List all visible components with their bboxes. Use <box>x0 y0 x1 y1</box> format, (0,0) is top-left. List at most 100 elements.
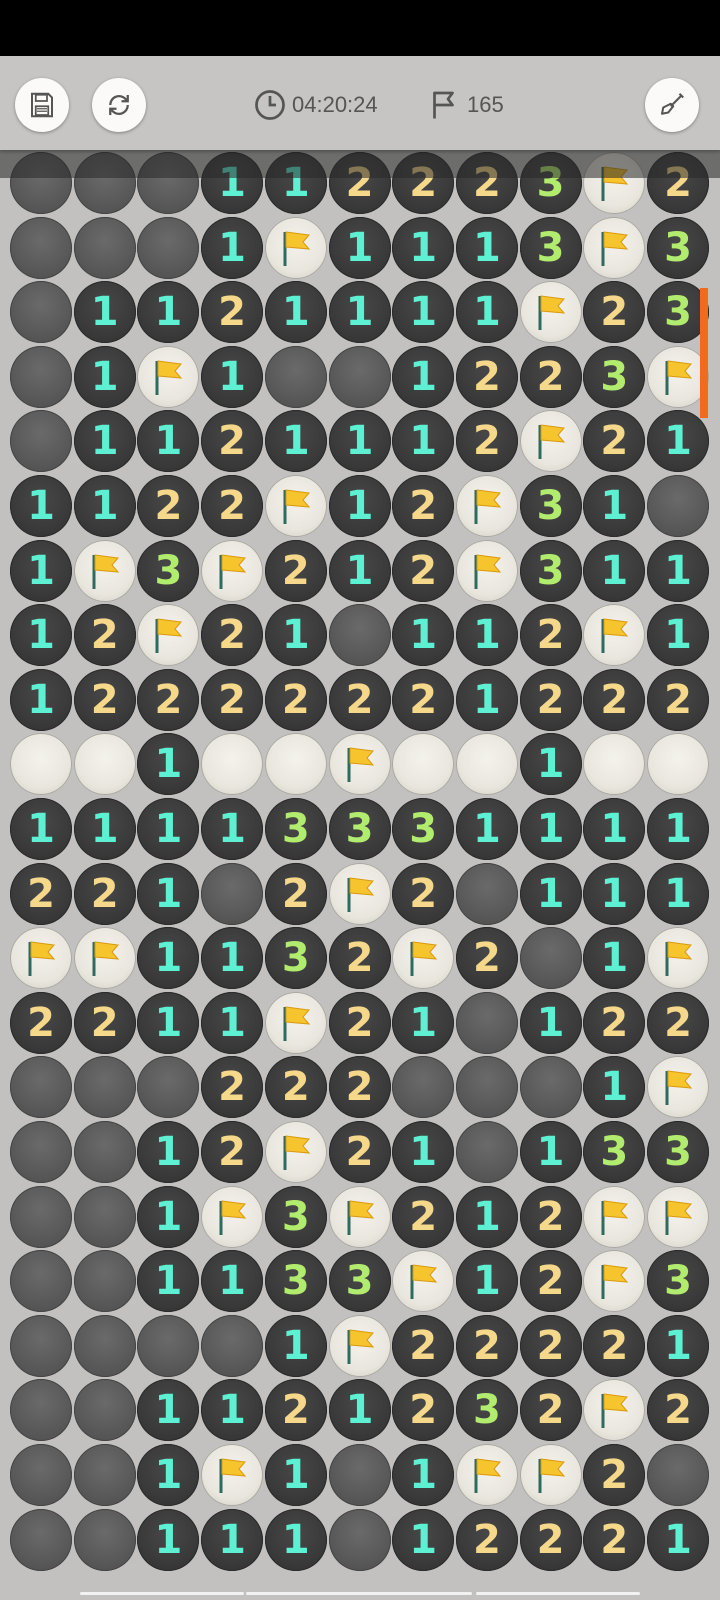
number-cell[interactable]: 1 <box>137 798 200 860</box>
number-cell[interactable]: 1 <box>519 1121 582 1183</box>
number-cell[interactable]: 1 <box>392 1444 455 1506</box>
empty-cell[interactable] <box>583 733 646 796</box>
number-cell[interactable]: 1 <box>647 1508 709 1571</box>
hidden-cell[interactable] <box>137 216 200 279</box>
number-cell[interactable]: 2 <box>201 1121 264 1183</box>
number-cell[interactable]: 2 <box>519 1185 582 1248</box>
number-cell[interactable]: 2 <box>137 668 200 731</box>
number-cell[interactable]: 2 <box>583 281 646 344</box>
number-cell[interactable]: 2 <box>328 927 391 990</box>
hidden-cell[interactable] <box>73 1444 136 1506</box>
number-cell[interactable]: 2 <box>519 668 582 731</box>
number-cell[interactable]: 1 <box>583 539 646 602</box>
number-cell[interactable]: 2 <box>264 668 327 731</box>
save-button[interactable] <box>15 78 69 132</box>
hidden-cell[interactable] <box>10 345 72 408</box>
number-cell[interactable]: 1 <box>137 862 200 925</box>
number-cell[interactable]: 1 <box>519 733 582 796</box>
number-cell[interactable]: 2 <box>455 345 518 408</box>
hidden-cell[interactable] <box>455 862 518 925</box>
number-cell[interactable]: 3 <box>519 216 582 279</box>
hidden-cell[interactable] <box>10 1056 72 1119</box>
number-cell[interactable]: 2 <box>519 345 582 408</box>
number-cell[interactable]: 2 <box>392 1185 455 1248</box>
hidden-cell[interactable] <box>73 1056 136 1119</box>
number-cell[interactable]: 1 <box>392 991 455 1054</box>
number-cell[interactable]: 1 <box>328 539 391 602</box>
number-cell[interactable]: 1 <box>328 410 391 473</box>
hidden-cell[interactable] <box>10 1185 72 1248</box>
number-cell[interactable]: 1 <box>264 1508 327 1571</box>
number-cell[interactable]: 1 <box>264 1444 327 1506</box>
hidden-cell[interactable] <box>137 1056 200 1119</box>
number-cell[interactable]: 2 <box>455 1508 518 1571</box>
number-cell[interactable]: 1 <box>201 345 264 408</box>
flagged-cell[interactable] <box>264 1121 327 1183</box>
number-cell[interactable]: 1 <box>647 798 709 860</box>
empty-cell[interactable] <box>73 733 136 796</box>
number-cell[interactable]: 1 <box>647 862 709 925</box>
number-cell[interactable]: 2 <box>201 1056 264 1119</box>
number-cell[interactable]: 1 <box>583 798 646 860</box>
number-cell[interactable]: 2 <box>392 539 455 602</box>
number-cell[interactable]: 2 <box>201 410 264 473</box>
number-cell[interactable]: 2 <box>137 475 200 537</box>
number-cell[interactable]: 1 <box>519 991 582 1054</box>
number-cell[interactable]: 1 <box>10 798 72 860</box>
number-cell[interactable]: 1 <box>73 410 136 473</box>
number-cell[interactable]: 3 <box>328 1250 391 1313</box>
number-cell[interactable]: 1 <box>10 475 72 537</box>
flagged-cell[interactable] <box>392 1250 455 1313</box>
hidden-cell[interactable] <box>73 1314 136 1377</box>
number-cell[interactable]: 1 <box>455 798 518 860</box>
number-cell[interactable]: 1 <box>455 281 518 344</box>
hidden-cell[interactable] <box>10 216 72 279</box>
number-cell[interactable]: 1 <box>137 1250 200 1313</box>
flagged-cell[interactable] <box>647 927 709 990</box>
number-cell[interactable]: 2 <box>583 1314 646 1377</box>
number-cell[interactable]: 3 <box>264 1250 327 1313</box>
number-cell[interactable]: 3 <box>647 1121 709 1183</box>
number-cell[interactable]: 1 <box>137 1444 200 1506</box>
hidden-cell[interactable] <box>137 1314 200 1377</box>
flagged-cell[interactable] <box>583 1250 646 1313</box>
flagged-cell[interactable] <box>201 1185 264 1248</box>
number-cell[interactable]: 3 <box>264 927 327 990</box>
number-cell[interactable]: 1 <box>201 216 264 279</box>
number-cell[interactable]: 1 <box>519 862 582 925</box>
number-cell[interactable]: 2 <box>455 927 518 990</box>
number-cell[interactable]: 2 <box>583 991 646 1054</box>
hidden-cell[interactable] <box>73 216 136 279</box>
flagged-cell[interactable] <box>519 1444 582 1506</box>
hidden-cell[interactable] <box>392 1056 455 1119</box>
hidden-cell[interactable] <box>10 1444 72 1506</box>
number-cell[interactable]: 3 <box>264 798 327 860</box>
number-cell[interactable]: 1 <box>201 798 264 860</box>
flagged-cell[interactable] <box>264 475 327 537</box>
number-cell[interactable]: 1 <box>137 1185 200 1248</box>
number-cell[interactable]: 1 <box>455 604 518 667</box>
flagged-cell[interactable] <box>264 991 327 1054</box>
dig-mode-button[interactable] <box>645 78 699 132</box>
number-cell[interactable]: 1 <box>583 475 646 537</box>
flagged-cell[interactable] <box>455 1444 518 1506</box>
number-cell[interactable]: 1 <box>392 1121 455 1183</box>
scroll-indicator[interactable] <box>700 288 708 418</box>
number-cell[interactable]: 1 <box>583 1056 646 1119</box>
number-cell[interactable]: 1 <box>392 281 455 344</box>
number-cell[interactable]: 1 <box>328 475 391 537</box>
number-cell[interactable]: 2 <box>264 862 327 925</box>
number-cell[interactable]: 1 <box>583 862 646 925</box>
hidden-cell[interactable] <box>73 1379 136 1442</box>
number-cell[interactable]: 1 <box>647 1314 709 1377</box>
number-cell[interactable]: 3 <box>583 1121 646 1183</box>
number-cell[interactable]: 1 <box>201 1508 264 1571</box>
hidden-cell[interactable] <box>201 862 264 925</box>
number-cell[interactable]: 1 <box>647 539 709 602</box>
hidden-cell[interactable] <box>519 927 582 990</box>
flagged-cell[interactable] <box>392 927 455 990</box>
number-cell[interactable]: 1 <box>137 991 200 1054</box>
number-cell[interactable]: 1 <box>137 1121 200 1183</box>
number-cell[interactable]: 3 <box>137 539 200 602</box>
number-cell[interactable]: 1 <box>264 410 327 473</box>
